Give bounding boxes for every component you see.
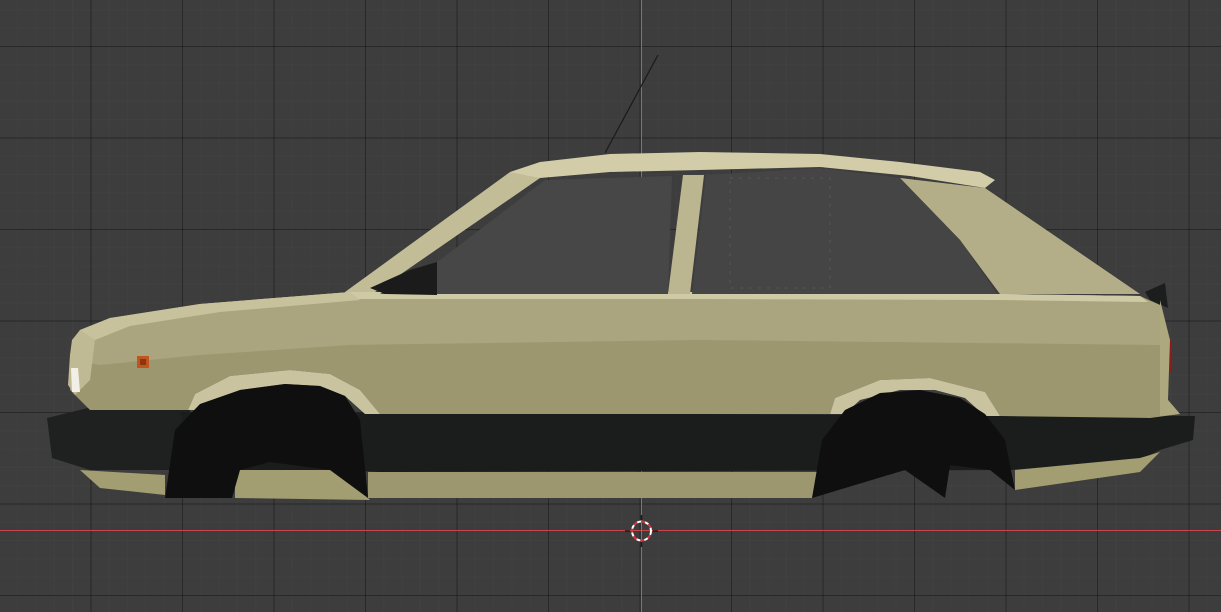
3d-viewport[interactable] (0, 0, 1221, 612)
antenna (604, 54, 659, 154)
front-bumper (47, 408, 190, 470)
lower-body-strip (368, 472, 820, 498)
side-indicator-inner (140, 359, 146, 365)
car-body-mesh[interactable] (47, 54, 1195, 500)
lower-body-strip (80, 470, 165, 495)
viewport-scene[interactable] (0, 0, 1221, 612)
